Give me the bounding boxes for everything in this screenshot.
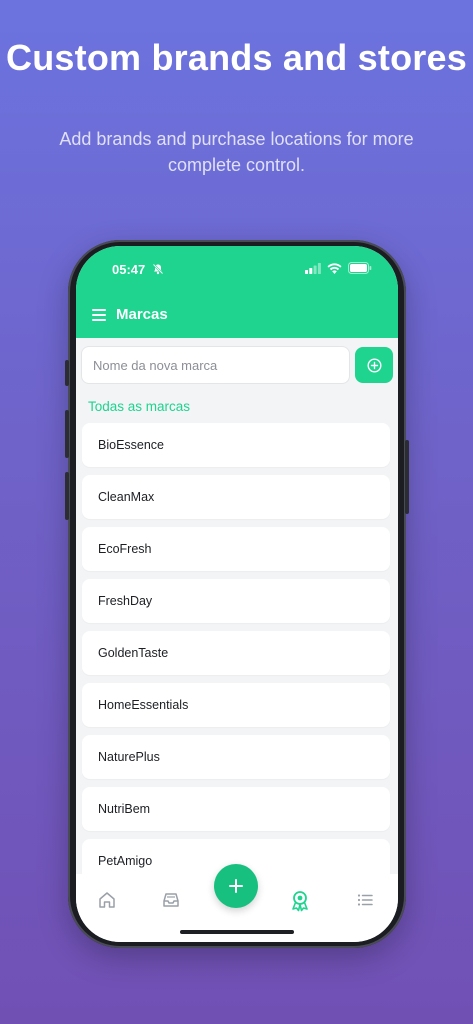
- brand-name: EcoFresh: [98, 542, 152, 556]
- plus-circle-icon: [366, 357, 382, 373]
- home-indicator[interactable]: [180, 930, 294, 934]
- bell-off-icon: [152, 263, 164, 275]
- plus-icon: [229, 879, 243, 893]
- brand-list: BioEssence CleanMax EcoFresh FreshDay Go…: [82, 423, 390, 891]
- brand-name: PetAmigo: [98, 854, 153, 868]
- app-header: 05:47 Marcas: [76, 246, 398, 338]
- home-icon[interactable]: [97, 890, 117, 910]
- add-brand-button[interactable]: [355, 347, 393, 383]
- list-item[interactable]: HomeEssentials: [82, 683, 390, 727]
- signal-icon: [305, 262, 321, 274]
- app-screen: 05:47 Marcas Nome da nova marca Todas as…: [76, 246, 398, 942]
- list-icon[interactable]: [355, 890, 375, 910]
- section-label: Todas as marcas: [88, 399, 191, 414]
- list-item[interactable]: NutriBem: [82, 787, 390, 831]
- page-title: Marcas: [116, 306, 168, 323]
- mute-switch: [65, 360, 69, 386]
- list-item[interactable]: GoldenTaste: [82, 631, 390, 675]
- promo-subtitle: Add brands and purchase locations for mo…: [59, 129, 414, 175]
- battery-icon: [348, 262, 372, 274]
- hamburger-menu-icon[interactable]: [92, 309, 106, 321]
- brand-name: FreshDay: [98, 594, 153, 608]
- add-fab-button[interactable]: [214, 864, 258, 908]
- list-item[interactable]: NaturePlus: [82, 735, 390, 779]
- new-brand-input[interactable]: [81, 346, 350, 384]
- volume-down-button: [65, 472, 69, 520]
- brand-name: CleanMax: [98, 490, 155, 504]
- wifi-icon: [327, 262, 342, 274]
- status-time: 05:47: [112, 262, 146, 277]
- power-button: [405, 440, 409, 514]
- brand-name: NutriBem: [98, 802, 151, 816]
- list-item[interactable]: BioEssence: [82, 423, 390, 467]
- status-icons: [305, 262, 372, 274]
- brand-name: HomeEssentials: [98, 698, 189, 712]
- volume-up-button: [65, 410, 69, 458]
- phone-frame: 05:47 Marcas Nome da nova marca Todas as…: [65, 240, 409, 948]
- award-icon[interactable]: [289, 890, 311, 912]
- list-item[interactable]: EcoFresh: [82, 527, 390, 571]
- brand-name: BioEssence: [98, 438, 165, 452]
- promo-title: Custom brands and stores: [6, 37, 467, 78]
- brand-name: NaturePlus: [98, 750, 160, 764]
- new-brand-row: [81, 346, 393, 384]
- inbox-icon[interactable]: [161, 890, 181, 910]
- brand-name: GoldenTaste: [98, 646, 169, 660]
- list-item[interactable]: CleanMax: [82, 475, 390, 519]
- list-item[interactable]: FreshDay: [82, 579, 390, 623]
